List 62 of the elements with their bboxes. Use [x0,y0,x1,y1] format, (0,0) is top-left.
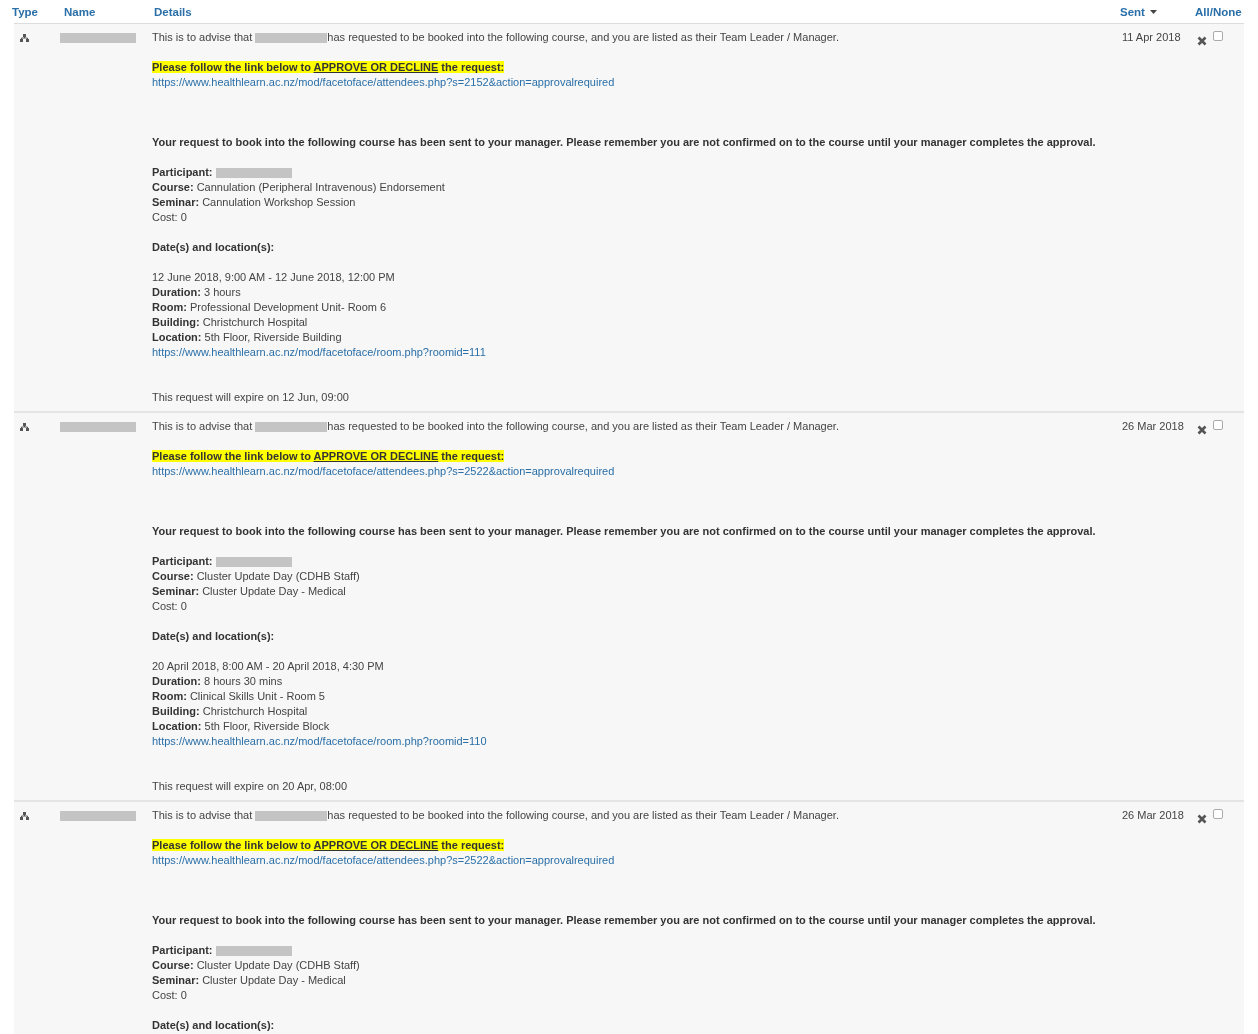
hierarchy-icon [20,812,29,820]
column-header[interactable]: Details [154,5,192,18]
delete-icon[interactable] [1197,36,1207,46]
url-link[interactable]: https://www.healthlearn.ac.nz/mod/facetoface/attendees.php?s=2152&action=approvalrequired [152,76,615,88]
detail-field: Room: Clinical Skills Unit - Room 5 [152,690,325,702]
delete-icon[interactable] [1197,425,1207,435]
advise-text: This is to advise that has requested to be booked into the following course, and you are listed as their Team Leader / Manager. [152,30,840,45]
field-label: Participant: [152,166,213,178]
advise-text: This is to advise that has requested to be booked into the following course, and you are listed as their Team Leader / Manager. [152,419,840,434]
detail-field: Location: 5th Floor, Riverside Building [152,331,342,343]
bold-text: Your request to book into the following course has been sent to your manager. Please remember you are not confirmed on to the course until your manager completes the approval. [152,914,1096,926]
column-header[interactable]: All/None [1195,5,1242,18]
hierarchy-icon [20,423,29,431]
sent-date: 26 Mar 2018 [1122,420,1184,432]
sort-caret-icon[interactable] [1149,9,1157,14]
detail-text: 12 June 2018, 9:00 AM - 12 June 2018, 12:00 PM [152,271,395,283]
approval-instruction: Please follow the link below to APPROVE OR DECLINE the request: [152,839,505,851]
detail-field: Seminar: Cannulation Workshop Session [152,196,356,208]
detail-field: Building: Christchurch Hospital [152,316,308,328]
column-header[interactable]: Type [12,5,38,18]
detail-text: This request will expire on 12 Jun, 09:00 [152,391,349,403]
approve-decline-link[interactable]: APPROVE OR DECLINE [313,61,439,73]
detail-field: Location: 5th Floor, Riverside Block [152,720,330,732]
detail-text: Cost: 0 [152,600,187,612]
field-label: Participant: [152,555,213,567]
checkbox[interactable] [1213,420,1223,430]
hierarchy-icon [20,34,29,42]
detail-field: Duration: 3 hours [152,286,241,298]
detail-field: Course: Cannulation (Peripheral Intravenous) Endorsement [152,181,445,193]
detail-field: Building: Christchurch Hospital [152,705,308,717]
checkbox[interactable] [1213,809,1223,819]
sent-date: 11 Apr 2018 [1122,31,1181,43]
detail-text: Cost: 0 [152,211,187,223]
delete-icon[interactable] [1197,814,1207,824]
approve-decline-link[interactable]: APPROVE OR DECLINE [313,450,439,462]
url-link[interactable]: https://www.healthlearn.ac.nz/mod/facetoface/attendees.php?s=2522&action=approvalrequired [152,465,615,477]
approval-instruction: Please follow the link below to APPROVE OR DECLINE the request: [152,61,505,73]
detail-text: 20 April 2018, 8:00 AM - 20 April 2018, 4:30 PM [152,660,384,672]
detail-field: Seminar: Cluster Update Day - Medical [152,974,346,986]
sent-date: 26 Mar 2018 [1122,809,1184,821]
approval-instruction: Please follow the link below to APPROVE OR DECLINE the request: [152,450,505,462]
bold-text: Your request to book into the following course has been sent to your manager. Please remember you are not confirmed on to the course until your manager completes the approval. [152,525,1096,537]
detail-field: Course: Cluster Update Day (CDHB Staff) [152,570,360,582]
detail-field: Duration: 8 hours 30 mins [152,675,283,687]
approve-decline-link[interactable]: APPROVE OR DECLINE [313,839,439,851]
column-header[interactable]: Name [64,5,96,18]
url-link[interactable]: https://www.healthlearn.ac.nz/mod/facetoface/room.php?roomid=111 [152,346,486,358]
detail-text: Cost: 0 [152,989,187,1001]
column-header[interactable]: Sent [1120,5,1145,18]
url-link[interactable]: https://www.healthlearn.ac.nz/mod/facetoface/room.php?roomid=110 [152,735,487,747]
bold-text: Your request to book into the following course has been sent to your manager. Please remember you are not confirmed on to the course until your manager completes the approval. [152,136,1096,148]
detail-field: Room: Professional Development Unit- Room 6 [152,301,387,313]
detail-field: Seminar: Cluster Update Day - Medical [152,585,346,597]
bold-text: Date(s) and location(s): [152,630,275,642]
bold-text: Date(s) and location(s): [152,1019,275,1031]
detail-text: This request will expire on 20 Apr, 08:00 [152,780,348,792]
url-link[interactable]: https://www.healthlearn.ac.nz/mod/facetoface/attendees.php?s=2522&action=approvalrequired [152,854,615,866]
advise-text: This is to advise that has requested to be booked into the following course, and you are listed as their Team Leader / Manager. [152,808,840,823]
bold-text: Date(s) and location(s): [152,241,275,253]
detail-field: Course: Cluster Update Day (CDHB Staff) [152,959,360,971]
checkbox[interactable] [1213,31,1223,41]
field-label: Participant: [152,944,213,956]
